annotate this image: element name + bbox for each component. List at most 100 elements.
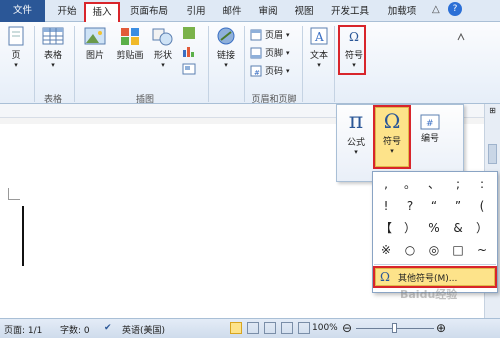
symbol-cell[interactable]: ! [374,196,398,216]
page-label: 页 [11,51,21,61]
shapes-icon [152,28,173,46]
language-indicator[interactable]: 英语(美国) [122,323,165,336]
help-icon[interactable]: ? [448,2,462,16]
table-label: 表格 [43,51,62,61]
print-layout-icon[interactable] [230,322,242,334]
tab-addins[interactable]: 加载项 [382,3,422,21]
clipart-icon [121,28,139,45]
tab-view[interactable]: 视图 [290,3,318,21]
symbol-cell[interactable]: ; [446,174,470,194]
scroll-up-icon[interactable] [456,30,466,44]
symbol-cell[interactable]: ） [398,218,422,238]
symbol-cell[interactable]: ○ [398,240,422,260]
tab-developer[interactable]: 开发工具 [326,3,374,21]
tab-home[interactable]: 开始 [54,3,80,21]
header-icon [250,29,262,40]
symbol-cell[interactable]: ◎ [422,240,446,260]
tab-page-layout[interactable]: 页面布局 [124,3,174,21]
svg-text:#: # [426,119,434,129]
page-button[interactable]: 页 ▾ [4,26,28,69]
web-layout-icon[interactable] [264,322,276,334]
symbol-cell[interactable]: : [470,174,494,194]
page-count[interactable]: 页面: 1/1 [4,323,42,336]
number-label: 编号 [420,134,439,144]
link-label: 链接 [216,51,235,61]
tab-references[interactable]: 引用 [182,3,210,21]
table-icon [42,27,64,45]
zoom-in-icon[interactable]: ⊕ [436,321,446,335]
symbol-cell[interactable]: % [422,218,446,238]
word-count[interactable]: 字数: 0 [60,323,90,336]
tab-mailings[interactable]: 邮件 [218,3,246,21]
divider [208,26,209,102]
divider [244,26,245,102]
header-button[interactable]: 页眉 ▾ [250,28,290,41]
watermark: Baidu经验 [400,288,458,301]
zoom-level[interactable]: 100% [312,323,338,333]
footer-icon [250,47,262,58]
shapes-button[interactable]: 形状 ▾ [150,26,176,69]
symbol-cell[interactable]: ? [398,196,422,216]
symbol-cell[interactable]: ※ [374,240,398,260]
symbol-cell[interactable]: 【 [374,218,398,238]
outline-view-icon[interactable] [281,322,293,334]
ribbon-tab-bar: 文件 开始 插入 页面布局 引用 邮件 审阅 视图 开发工具 加载项 △ ? [0,0,500,22]
divider [34,26,35,102]
symbol-cell[interactable]: & [446,218,470,238]
picture-icon [84,27,106,45]
picture-button[interactable]: 图片 [80,26,110,61]
chart-icon[interactable] [182,44,196,58]
reading-view-icon[interactable] [247,322,259,334]
minimize-ribbon-icon[interactable]: △ [432,4,440,15]
status-bar: 页面: 1/1 字数: 0 ✔ 英语(美国) 100% ⊖ ⊕ [0,318,500,338]
symbol-cell[interactable]: ） [470,218,494,238]
footer-label: 页脚 [265,49,284,59]
highlight-frame [373,266,497,288]
symbol-cell[interactable]: ~ [470,240,494,260]
tab-file[interactable]: 文件 [0,0,45,22]
equation-button[interactable]: π 公式 ▾ [341,109,371,156]
text-cursor [22,206,24,266]
draft-view-icon[interactable] [298,322,310,334]
screenshot-icon[interactable] [182,62,196,76]
picture-label: 图片 [85,51,104,61]
text-label: 文本 [309,51,328,61]
tab-insert[interactable]: 插入 [84,2,120,22]
zoom-slider-thumb[interactable] [392,323,397,333]
symbol-cell[interactable]: 、 [422,174,446,194]
symbol-cell[interactable]: ” [446,196,470,216]
divider [374,264,496,265]
footer-button[interactable]: 页脚 ▾ [250,46,290,59]
divider [74,26,75,102]
page-icon [8,26,24,46]
symbol-cell[interactable]: ( [470,196,494,216]
clipart-label: 剪贴画 [116,51,144,61]
equation-label: 公式 [346,138,365,148]
clipart-button[interactable]: 剪贴画 [114,26,146,61]
scrollbar-thumb[interactable] [488,144,497,164]
symbol-cell[interactable]: □ [446,240,470,260]
proofing-icon[interactable]: ✔ [104,323,112,333]
link-button[interactable]: 链接 ▾ [212,26,240,69]
symbol-gallery: , 。 、 ; : ! ? “ ” ( 【 ） % & ） ※ ○ ◎ □ ~ … [372,171,498,293]
ribbon-insert: 页 ▾ 表格 ▾ 表格 图片 剪贴画 形状 ▾ 插图 链接 ▾ 页眉 ▾ 页脚 ▾ … [0,22,500,105]
highlight-frame [373,105,411,169]
symbol-cell[interactable]: , [374,174,398,194]
symbol-cell[interactable]: “ [422,196,446,216]
ruler-toggle-icon[interactable]: ⊞ [487,106,498,118]
divider [302,26,303,102]
number-button[interactable]: # 编号 [415,113,445,144]
table-button[interactable]: 表格 ▾ [38,26,68,69]
shapes-label: 形状 [153,51,172,61]
page-number-icon: # [250,65,262,77]
text-button[interactable]: A 文本 ▾ [306,26,332,69]
header-label: 页眉 [265,31,284,41]
tab-review[interactable]: 审阅 [254,3,282,21]
smartart-icon[interactable] [182,26,196,40]
svg-text:A: A [314,30,324,44]
margin-mark [8,188,20,200]
symbol-cell[interactable]: 。 [398,174,422,194]
number-icon: # [420,114,440,130]
pagenum-button[interactable]: # 页码 ▾ [250,64,290,77]
zoom-out-icon[interactable]: ⊖ [342,321,352,335]
